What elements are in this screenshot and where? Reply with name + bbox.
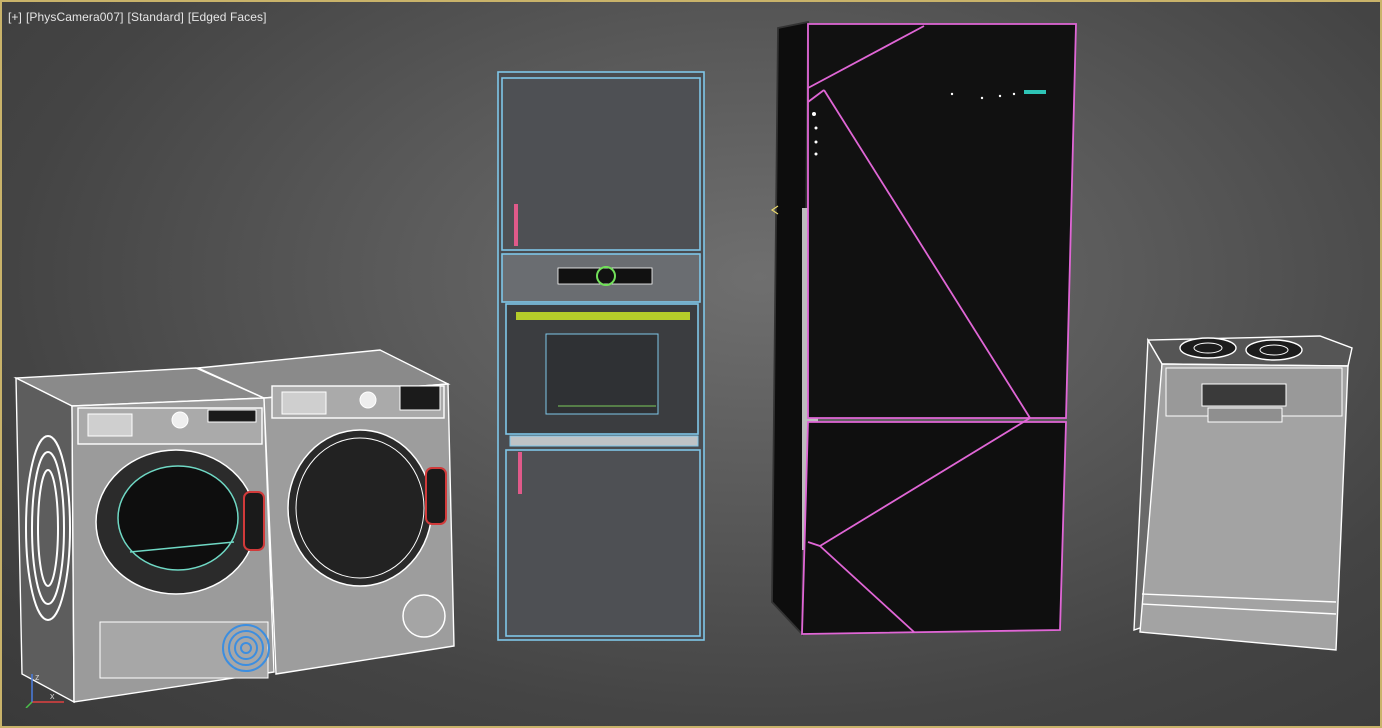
tall-oven-column[interactable] <box>497 71 705 641</box>
washing-machine[interactable] <box>13 367 275 704</box>
z-axis-label: z <box>35 672 40 682</box>
viewport-perspective[interactable]: [+] [PhysCamera007] [Standard] [Edged Fa… <box>0 0 1382 728</box>
x-axis-label: x <box>50 691 55 701</box>
axis-gizmo: z x <box>25 672 64 708</box>
gas-cooker[interactable] <box>1133 335 1353 651</box>
y-axis-line <box>25 701 33 708</box>
fridge-freezer[interactable] <box>771 20 1077 637</box>
scene-canvas[interactable] <box>2 2 1380 726</box>
